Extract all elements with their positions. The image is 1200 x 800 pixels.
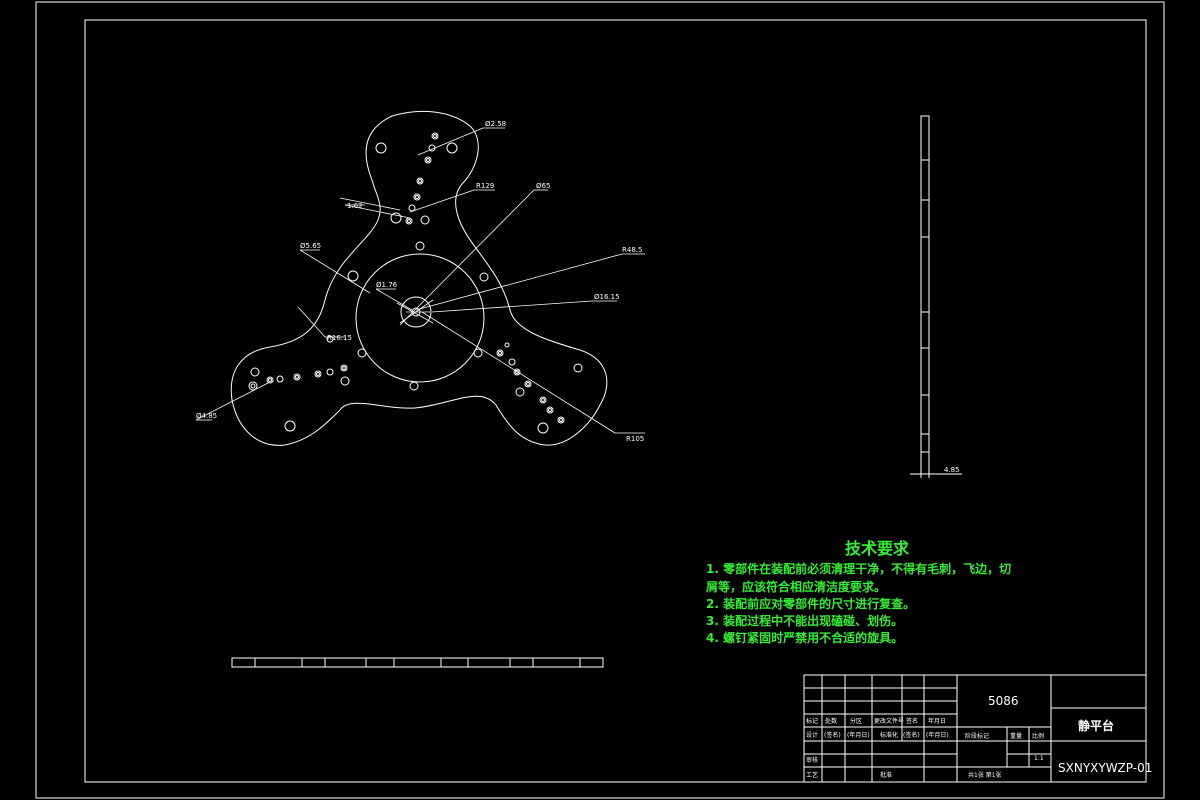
tb-sign: 签名: [906, 717, 918, 725]
tb-stage: 阶段标记: [965, 732, 989, 740]
tb-mark: 标记: [806, 717, 818, 725]
dim-d176: Ø1.76: [376, 281, 398, 289]
dim-d565: Ø5.65: [300, 242, 321, 250]
tb-count: 处数: [825, 717, 837, 725]
tb-approve: 批准: [880, 771, 892, 779]
tb-std: 标准化: [880, 731, 898, 739]
dimension-lines: [195, 127, 645, 434]
part-name: 静平台: [1078, 718, 1114, 733]
dim-r1615: R16.15: [327, 334, 352, 342]
dim-d1615: Ø16.15: [594, 293, 620, 301]
tb-sign2: (签名): [903, 731, 920, 739]
tb-process: 工艺: [806, 771, 818, 779]
tb-review: 审核: [806, 756, 818, 764]
dim-r485: R48.5: [622, 246, 642, 254]
drawing-number: SXNYXYWZP-01: [1058, 761, 1152, 775]
dim-r105: R105: [626, 435, 644, 443]
requirements-title: 技术要求: [845, 539, 910, 558]
tb-scale-value: 1:1: [1034, 755, 1044, 762]
dim-r129: R129: [476, 182, 494, 190]
scale-bar: [231, 657, 604, 668]
tb-sign1: (签名): [824, 731, 841, 739]
inner-frame: [84, 19, 1147, 783]
tb-date1: (年月日): [847, 731, 870, 739]
dim-thickness: 4.85: [944, 466, 960, 474]
tb-sheets: 共1张 第1张: [968, 771, 1002, 779]
dim-d258: Ø2.58: [485, 120, 506, 128]
tb-design: 设计: [806, 731, 818, 739]
plate-front-view: [230, 110, 608, 446]
requirement-3: 3. 装配过程中不能出现磕碰、划伤。: [706, 613, 903, 628]
tb-date: 年月日: [928, 717, 946, 725]
requirement-1b: 屑等，应该符合相应清洁度要求。: [705, 579, 886, 594]
requirement-2: 2. 装配前应对零部件的尺寸进行复查。: [706, 596, 915, 611]
dim-d65: Ø65: [536, 182, 550, 190]
requirement-4: 4. 螺钉紧固时严禁用不合适的旋具。: [706, 630, 903, 645]
material: 5086: [988, 694, 1019, 708]
tb-zone: 分区: [850, 717, 862, 725]
tb-weight: 重量: [1010, 732, 1022, 740]
tb-date2: (年月日): [926, 731, 949, 739]
dim-d485: Ø4.85: [196, 412, 217, 420]
cad-drawing: Ø2.58 1.62 R129 Ø65 Ø5.65 R48.5 Ø1.76 Ø1…: [35, 1, 1165, 799]
requirement-1: 1. 零部件在装配前必须清理干净，不得有毛刺，飞边，切: [706, 561, 1011, 576]
tb-scale: 比例: [1032, 732, 1044, 740]
dim-162: 1.62: [347, 202, 363, 210]
outer-frame: [35, 1, 1165, 799]
plate-side-view: [910, 115, 962, 478]
technical-requirements: 技术要求 1. 零部件在装配前必须清理干净，不得有毛刺，飞边，切 屑等，应该符合…: [705, 539, 1011, 645]
tb-docno: 更改文件号: [874, 717, 904, 725]
